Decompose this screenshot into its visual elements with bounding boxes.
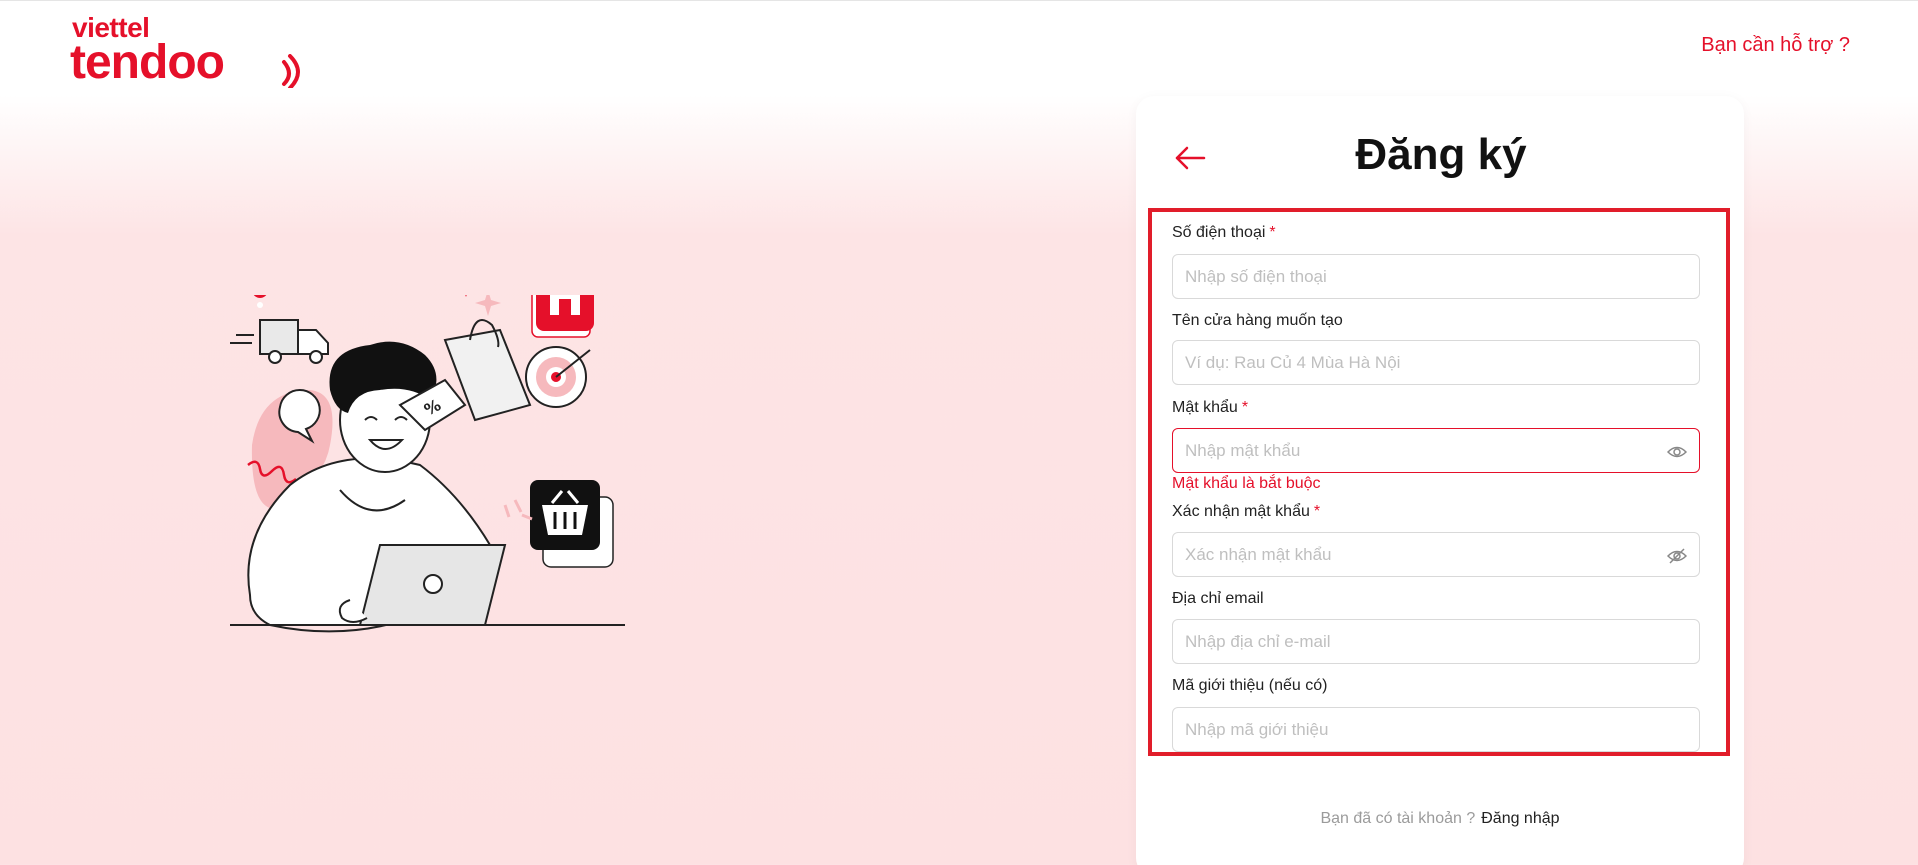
required-marker: * xyxy=(1241,399,1249,416)
truck-icon xyxy=(230,295,329,364)
phone-input[interactable] xyxy=(1173,255,1699,298)
store-name-input-wrap xyxy=(1172,340,1700,385)
required-marker: * xyxy=(1269,224,1276,241)
email-input-wrap xyxy=(1172,619,1700,664)
password-input[interactable] xyxy=(1173,429,1699,472)
signal-wave-icon xyxy=(282,54,300,88)
phone-field-group: Số điện thoại * xyxy=(1172,224,1700,299)
login-link[interactable]: Đăng nhập xyxy=(1481,810,1559,827)
top-divider xyxy=(0,0,1918,1)
basket-icon xyxy=(530,480,614,568)
phone-input-wrap xyxy=(1172,254,1700,299)
register-card: Đăng ký Số điện thoại* Tên cửa hàng muốn… xyxy=(1136,96,1744,865)
help-link[interactable]: Bạn cần hỗ trợ ? xyxy=(1701,34,1850,57)
email-input[interactable] xyxy=(1173,620,1699,663)
store-name-input[interactable] xyxy=(1173,341,1699,384)
register-form: Số điện thoại* Tên cửa hàng muốn tạo Mật… xyxy=(1148,208,1730,756)
referral-input-wrap xyxy=(1172,707,1700,752)
target-icon xyxy=(525,346,591,408)
store-icon xyxy=(531,295,594,338)
page-title: Đăng ký xyxy=(1355,130,1527,179)
referral-input[interactable] xyxy=(1173,708,1699,751)
referral-label: Mã giới thiệu (nếu có) xyxy=(1172,677,1328,694)
login-question: Bạn đã có tài khoản ? xyxy=(1320,810,1476,827)
required-marker: * xyxy=(1313,503,1321,520)
shopping-illustration: % xyxy=(230,295,625,633)
phone-label: Số điện thoại * xyxy=(1172,224,1276,241)
email-label: Địa chỉ email xyxy=(1172,590,1264,607)
login-prompt: Bạn đã có tài khoản ? Đăng nhập xyxy=(1136,810,1744,828)
eye-off-icon[interactable] xyxy=(1667,546,1687,566)
confirm-password-input-wrap xyxy=(1172,532,1700,577)
password-input-wrap xyxy=(1172,428,1700,473)
store-name-label: Tên cửa hàng muốn tạo xyxy=(1172,312,1343,329)
password-field-group: Mật khẩu * Mật khẩu là bắt buộc xyxy=(1172,399,1700,493)
password-error-message: Mật khẩu là bắt buộc xyxy=(1172,475,1321,492)
logo-tendoo-text: tendoo xyxy=(70,36,225,89)
logo[interactable]: viettel tendoo xyxy=(70,12,300,88)
confirm-password-label: Xác nhận mật khẩu * xyxy=(1172,503,1321,520)
store-name-field-group: Tên cửa hàng muốn tạo xyxy=(1172,312,1700,385)
eye-icon[interactable] xyxy=(1667,442,1687,462)
referral-field-group: Mã giới thiệu (nếu có) xyxy=(1172,677,1700,752)
email-field-group: Địa chỉ email xyxy=(1172,590,1700,664)
password-label: Mật khẩu * xyxy=(1172,399,1249,416)
confirm-password-field-group: Xác nhận mật khẩu * xyxy=(1172,503,1700,577)
confirm-password-input[interactable] xyxy=(1173,533,1699,576)
